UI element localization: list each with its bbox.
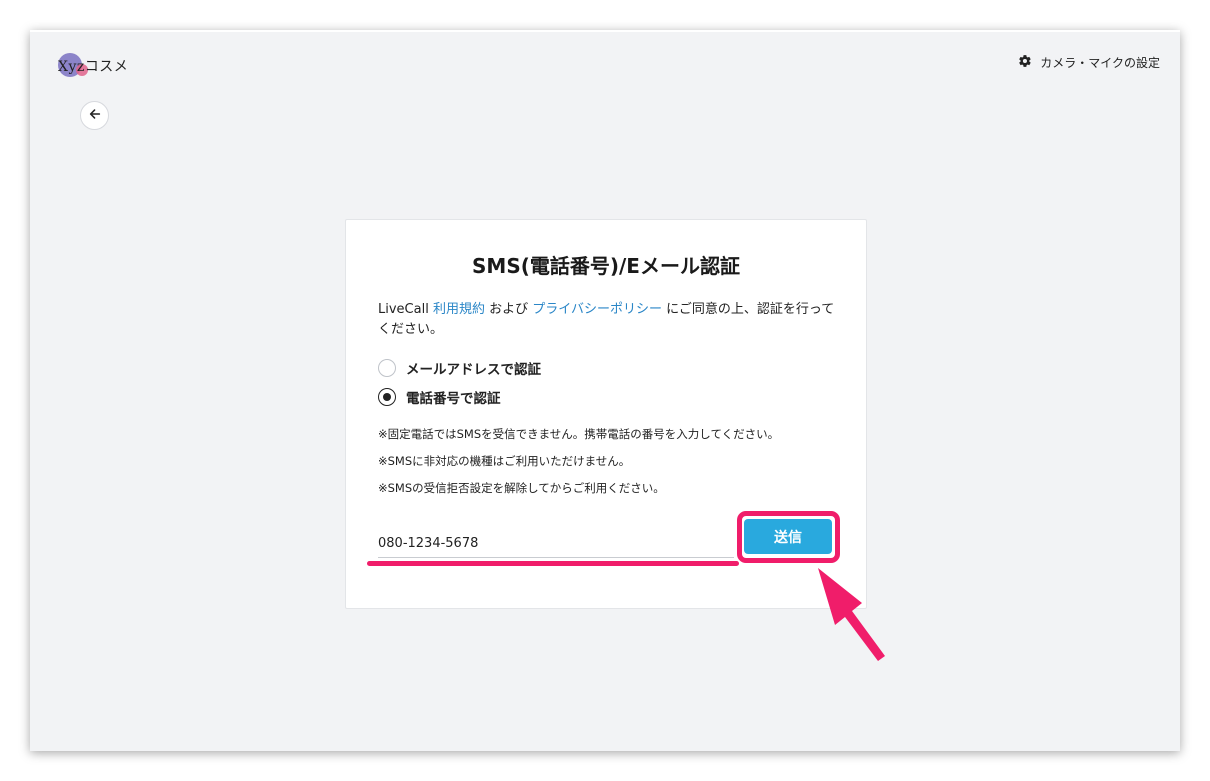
note-unsupported: ※SMSに非対応の機種はご利用いただけません。: [378, 454, 631, 468]
radio-label-email: メールアドレスで認証: [406, 362, 541, 378]
logo-text: Xyzコスメ: [58, 59, 129, 75]
settings-label: カメラ・マイクの設定: [1040, 56, 1160, 70]
annotation-underline: [367, 561, 739, 566]
card-title: SMS(電話番号)/Eメール認証: [472, 254, 740, 278]
send-button[interactable]: 送信: [744, 519, 832, 554]
terms-and: および: [484, 302, 533, 317]
radio-email-auth[interactable]: メールアドレスで認証: [378, 358, 541, 378]
radio-label-phone: 電話番号で認証: [406, 391, 501, 407]
phone-number-input[interactable]: [378, 530, 734, 558]
terms-text: LiveCall 利用規約 および プライバシーポリシー にご同意の上、認証を行…: [378, 300, 838, 340]
radio-button-email[interactable]: [378, 359, 396, 377]
logo: Xyzコスメ: [56, 52, 156, 82]
note-block-settings: ※SMSの受信拒否設定を解除してからご利用ください。: [378, 481, 665, 495]
terms-prefix: LiveCall: [378, 302, 433, 317]
camera-mic-settings-button[interactable]: カメラ・マイクの設定: [1018, 54, 1160, 71]
auth-card: SMS(電話番号)/Eメール認証 LiveCall 利用規約 および プライバシ…: [345, 219, 867, 609]
app-window: Xyzコスメ カメラ・マイクの設定 SMS(電話番号)/Eメール認証 LiveC…: [30, 30, 1180, 751]
terms-of-use-link[interactable]: 利用規約: [433, 302, 485, 317]
header: Xyzコスメ カメラ・マイクの設定: [30, 32, 1180, 102]
gear-icon: [1018, 54, 1032, 71]
radio-phone-auth[interactable]: 電話番号で認証: [378, 387, 501, 407]
arrow-left-icon: [88, 106, 102, 125]
radio-button-phone[interactable]: [378, 388, 396, 406]
privacy-policy-link[interactable]: プライバシーポリシー: [532, 302, 662, 317]
back-button[interactable]: [80, 101, 109, 130]
note-landline: ※固定電話ではSMSを受信できません。携帯電話の番号を入力してください。: [378, 427, 780, 441]
